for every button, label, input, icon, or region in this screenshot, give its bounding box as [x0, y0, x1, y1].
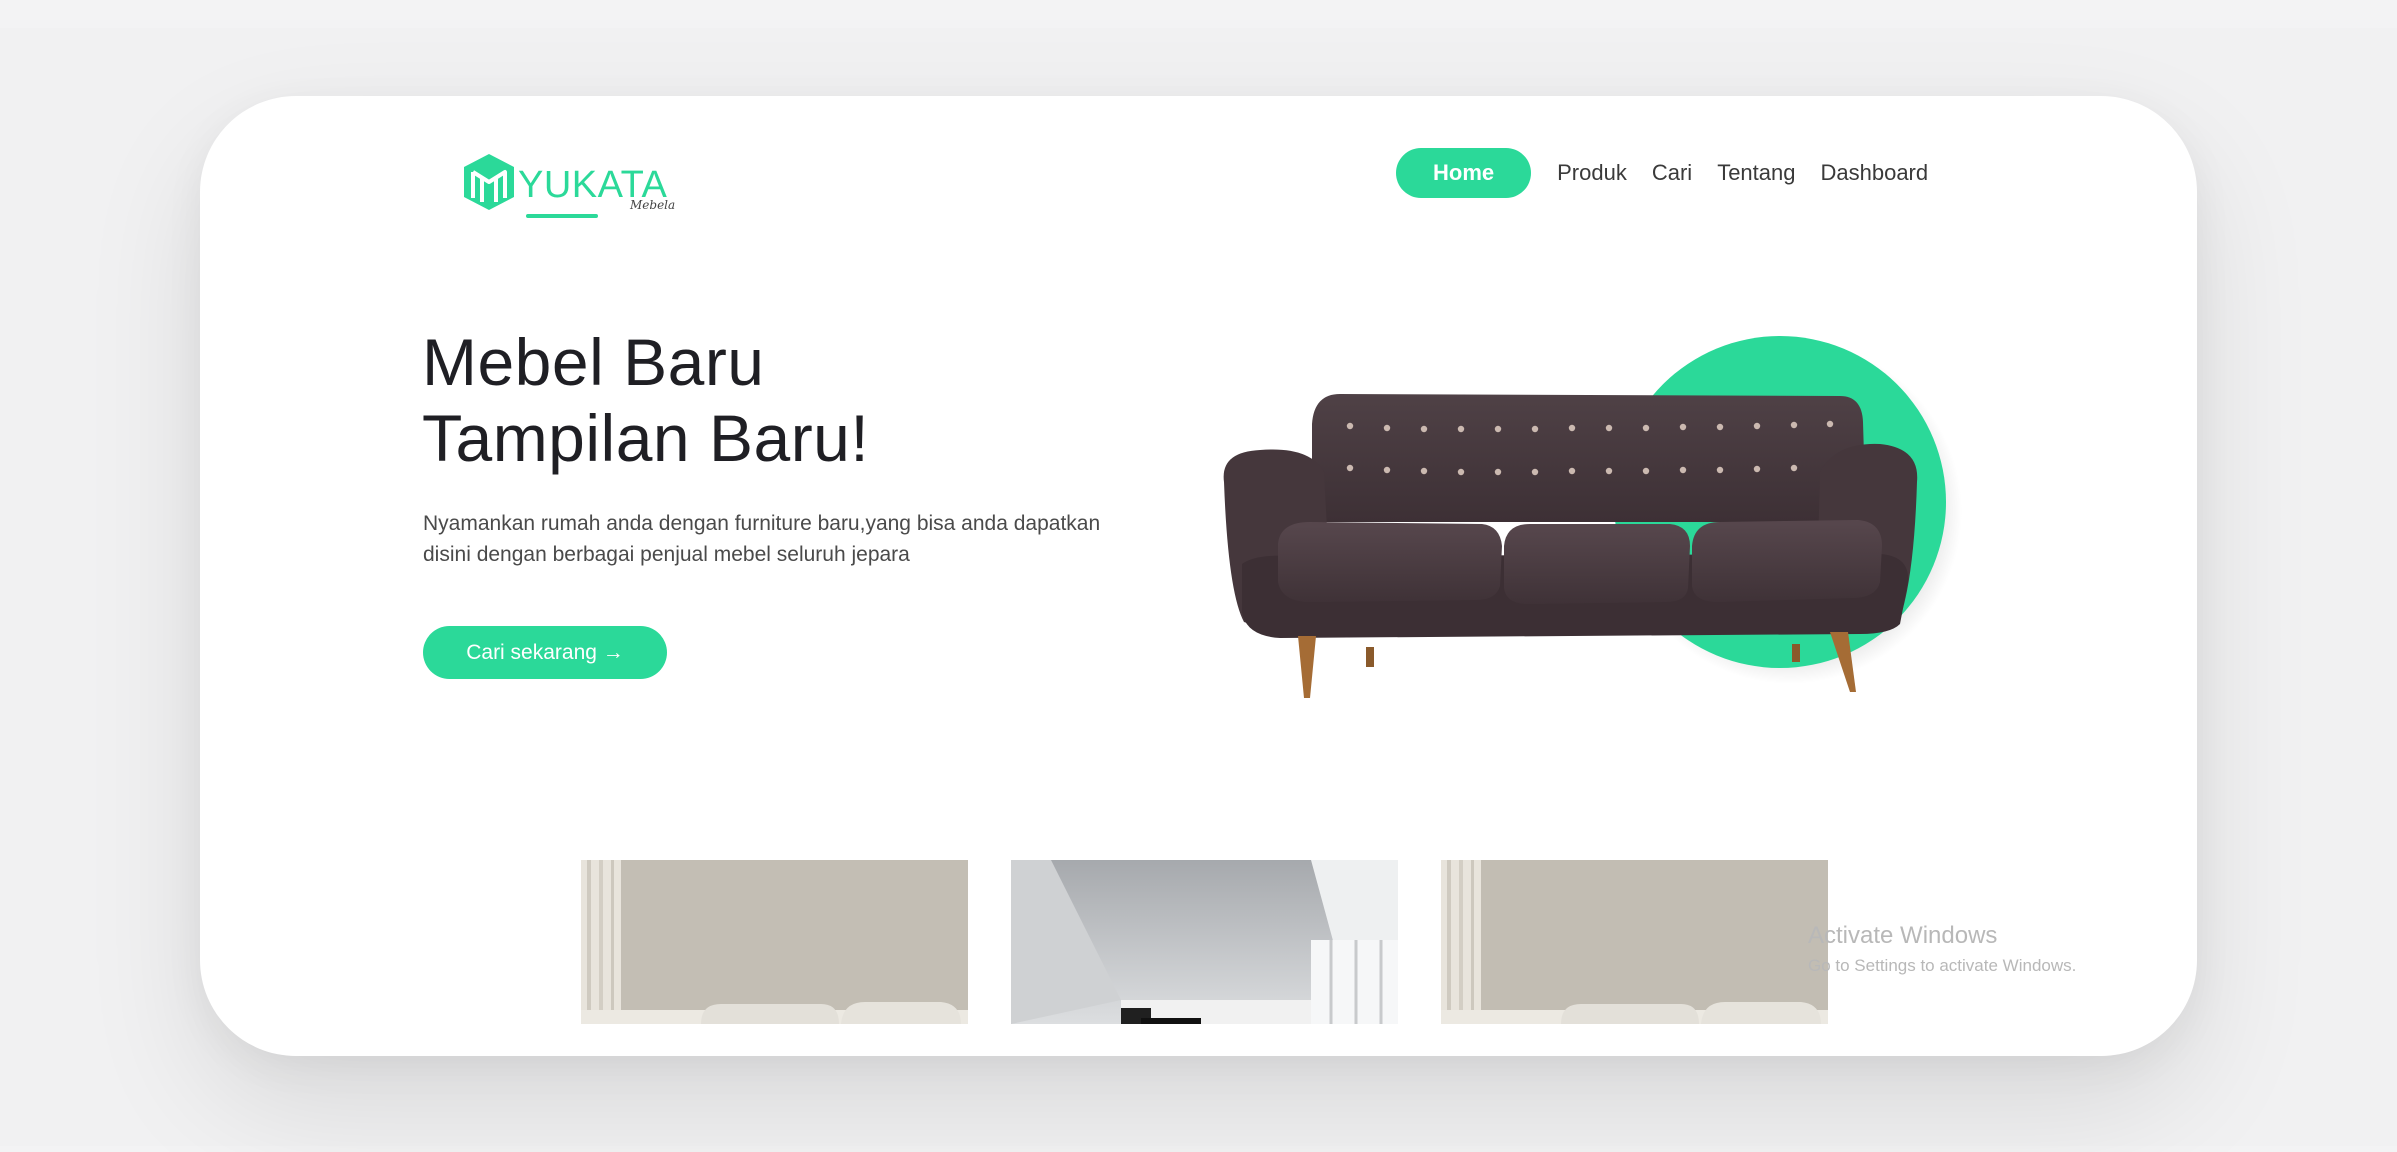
hero-description-line2: disini dengan berbagai penjual mebel sel… [423, 543, 910, 566]
brand-tagline: Mebela [630, 198, 676, 212]
room-thumbnail-3[interactable] [1441, 860, 1828, 1024]
nav-tentang[interactable]: Tentang [1717, 160, 1795, 186]
hero-title-line1: Mebel Baru [422, 325, 765, 399]
room-thumbnail-1[interactable] [581, 860, 968, 1024]
hero-title-line2: Tampilan Baru! [422, 401, 870, 475]
brand-underline [526, 214, 598, 218]
cari-sekarang-button[interactable]: Cari sekarang → [423, 626, 667, 679]
nav-home[interactable]: Home [1396, 148, 1532, 198]
brand-logo[interactable]: YUKATA Mebela [462, 152, 682, 222]
hero-description-line1: Nyamankan rumah anda dengan furniture ba… [423, 512, 1101, 535]
hero-description: Nyamankan rumah anda dengan furniture ba… [423, 508, 1203, 570]
nav-produk[interactable]: Produk [1557, 160, 1627, 186]
nav-dashboard[interactable]: Dashboard [1820, 160, 1928, 186]
landing-card: YUKATA Mebela Home Produk Cari Tentang D… [200, 96, 2197, 1056]
top-nav: Home Produk Cari Tentang Dashboard [1396, 148, 1953, 198]
room-thumbnail-2[interactable] [1011, 860, 1398, 1024]
hero-title: Mebel Baru Tampilan Baru! [422, 324, 869, 476]
sofa-image [1220, 332, 1980, 732]
nav-cari[interactable]: Cari [1652, 160, 1692, 186]
logo-cube-icon [464, 154, 514, 210]
